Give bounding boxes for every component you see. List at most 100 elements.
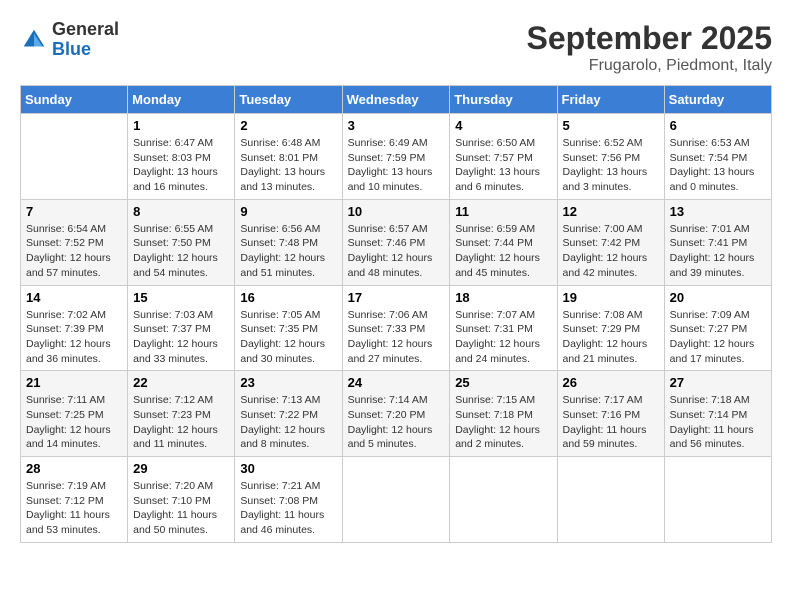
calendar-cell: 13 Sunrise: 7:01 AMSunset: 7:41 PMDayligh… (664, 199, 771, 285)
calendar-cell: 18Sunrise: 7:07 AMSunset: 7:31 PMDayligh… (450, 285, 557, 371)
weekday-header-thursday: Thursday (450, 86, 557, 114)
day-info: Sunrise: 7:21 AMSunset: 7:08 PMDaylight:… (240, 479, 336, 538)
weekday-header-sunday: Sunday (21, 86, 128, 114)
day-number: 10 (348, 204, 445, 219)
weekday-header-monday: Monday (128, 86, 235, 114)
logo-blue-text: Blue (52, 39, 91, 59)
calendar-week-4: 21 Sunrise: 7:11 AMSunset: 7:25 PMDayligh… (21, 371, 772, 457)
title-block: September 2025 Frugarolo, Piedmont, Ital… (527, 20, 772, 75)
day-number: 17 (348, 290, 445, 305)
day-info: Sunrise: 7:19 AMSunset: 7:12 PMDaylight:… (26, 479, 122, 538)
day-info: Sunrise: 7:01 AMSunset: 7:41 PMDaylight:… (670, 222, 766, 281)
calendar-cell (557, 457, 664, 543)
day-info: Sunrise: 6:53 AMSunset: 7:54 PMDaylight:… (670, 136, 766, 195)
day-number: 28 (26, 461, 122, 476)
day-info: Sunrise: 7:18 AMSunset: 7:14 PMDaylight:… (670, 393, 766, 452)
day-number: 11 (455, 204, 551, 219)
day-number: 29 (133, 461, 229, 476)
day-info: Sunrise: 7:03 AMSunset: 7:37 PMDaylight:… (133, 308, 229, 367)
logo-icon (20, 26, 48, 54)
day-info: Sunrise: 7:11 AMSunset: 7:25 PMDaylight:… (26, 393, 122, 452)
day-info: Sunrise: 7:02 AMSunset: 7:39 PMDaylight:… (26, 308, 122, 367)
day-info: Sunrise: 7:09 AMSunset: 7:27 PMDaylight:… (670, 308, 766, 367)
calendar-week-5: 28 Sunrise: 7:19 AMSunset: 7:12 PMDayligh… (21, 457, 772, 543)
calendar-cell: 25 Sunrise: 7:15 AMSunset: 7:18 PMDayligh… (450, 371, 557, 457)
day-number: 30 (240, 461, 336, 476)
day-info: Sunrise: 7:06 AMSunset: 7:33 PMDaylight:… (348, 308, 445, 367)
calendar-cell: 11Sunrise: 6:59 AMSunset: 7:44 PMDayligh… (450, 199, 557, 285)
day-number: 3 (348, 118, 445, 133)
day-number: 25 (455, 375, 551, 390)
day-info: Sunrise: 6:57 AMSunset: 7:46 PMDaylight:… (348, 222, 445, 281)
calendar-cell: 10 Sunrise: 6:57 AMSunset: 7:46 PMDayligh… (342, 199, 450, 285)
calendar-cell: 12Sunrise: 7:00 AMSunset: 7:42 PMDayligh… (557, 199, 664, 285)
day-number: 24 (348, 375, 445, 390)
calendar-cell: 6Sunrise: 6:53 AMSunset: 7:54 PMDaylight… (664, 114, 771, 200)
calendar-cell (342, 457, 450, 543)
day-info: Sunrise: 7:00 AMSunset: 7:42 PMDaylight:… (563, 222, 659, 281)
calendar-cell: 22 Sunrise: 7:12 AMSunset: 7:23 PMDayligh… (128, 371, 235, 457)
calendar-cell (664, 457, 771, 543)
page-header: General Blue September 2025 Frugarolo, P… (20, 20, 772, 75)
day-info: Sunrise: 6:48 AMSunset: 8:01 PMDaylight:… (240, 136, 336, 195)
calendar-cell: 5Sunrise: 6:52 AMSunset: 7:56 PMDaylight… (557, 114, 664, 200)
day-number: 22 (133, 375, 229, 390)
calendar-cell: 28 Sunrise: 7:19 AMSunset: 7:12 PMDayligh… (21, 457, 128, 543)
calendar-cell (21, 114, 128, 200)
day-number: 23 (240, 375, 336, 390)
day-number: 2 (240, 118, 336, 133)
calendar-cell: 8 Sunrise: 6:55 AMSunset: 7:50 PMDaylight… (128, 199, 235, 285)
calendar-cell: 29Sunrise: 7:20 AMSunset: 7:10 PMDayligh… (128, 457, 235, 543)
calendar-cell: 14Sunrise: 7:02 AMSunset: 7:39 PMDayligh… (21, 285, 128, 371)
calendar-cell: 30 Sunrise: 7:21 AMSunset: 7:08 PMDayligh… (235, 457, 342, 543)
day-info: Sunrise: 7:15 AMSunset: 7:18 PMDaylight:… (455, 393, 551, 452)
calendar-cell: 1Sunrise: 6:47 AMSunset: 8:03 PMDaylight… (128, 114, 235, 200)
day-info: Sunrise: 7:12 AMSunset: 7:23 PMDaylight:… (133, 393, 229, 452)
day-info: Sunrise: 6:47 AMSunset: 8:03 PMDaylight:… (133, 136, 229, 195)
day-info: Sunrise: 7:14 AMSunset: 7:20 PMDaylight:… (348, 393, 445, 452)
day-info: Sunrise: 6:54 AMSunset: 7:52 PMDaylight:… (26, 222, 122, 281)
day-number: 7 (26, 204, 122, 219)
calendar-cell: 24 Sunrise: 7:14 AMSunset: 7:20 PMDayligh… (342, 371, 450, 457)
day-info: Sunrise: 7:08 AMSunset: 7:29 PMDaylight:… (563, 308, 659, 367)
weekday-header-friday: Friday (557, 86, 664, 114)
calendar-cell: 23 Sunrise: 7:13 AMSunset: 7:22 PMDayligh… (235, 371, 342, 457)
day-info: Sunrise: 7:05 AMSunset: 7:35 PMDaylight:… (240, 308, 336, 367)
day-number: 21 (26, 375, 122, 390)
calendar-cell: 21 Sunrise: 7:11 AMSunset: 7:25 PMDayligh… (21, 371, 128, 457)
calendar-cell: 2 Sunrise: 6:48 AMSunset: 8:01 PMDaylight… (235, 114, 342, 200)
calendar-cell: 7 Sunrise: 6:54 AMSunset: 7:52 PMDaylight… (21, 199, 128, 285)
calendar-table: SundayMondayTuesdayWednesdayThursdayFrid… (20, 85, 772, 543)
calendar-cell: 17 Sunrise: 7:06 AMSunset: 7:33 PMDayligh… (342, 285, 450, 371)
calendar-cell: 4 Sunrise: 6:50 AMSunset: 7:57 PMDaylight… (450, 114, 557, 200)
weekday-header-row: SundayMondayTuesdayWednesdayThursdayFrid… (21, 86, 772, 114)
calendar-cell: 27Sunrise: 7:18 AMSunset: 7:14 PMDayligh… (664, 371, 771, 457)
calendar-cell: 19 Sunrise: 7:08 AMSunset: 7:29 PMDayligh… (557, 285, 664, 371)
day-number: 15 (133, 290, 229, 305)
day-number: 9 (240, 204, 336, 219)
day-number: 16 (240, 290, 336, 305)
day-info: Sunrise: 6:50 AMSunset: 7:57 PMDaylight:… (455, 136, 551, 195)
calendar-cell: 26Sunrise: 7:17 AMSunset: 7:16 PMDayligh… (557, 371, 664, 457)
location-subtitle: Frugarolo, Piedmont, Italy (527, 57, 772, 75)
day-number: 5 (563, 118, 659, 133)
calendar-week-2: 7 Sunrise: 6:54 AMSunset: 7:52 PMDaylight… (21, 199, 772, 285)
calendar-cell (450, 457, 557, 543)
day-number: 4 (455, 118, 551, 133)
logo-general-text: General (52, 19, 119, 39)
calendar-week-3: 14Sunrise: 7:02 AMSunset: 7:39 PMDayligh… (21, 285, 772, 371)
day-info: Sunrise: 6:55 AMSunset: 7:50 PMDaylight:… (133, 222, 229, 281)
weekday-header-wednesday: Wednesday (342, 86, 450, 114)
day-info: Sunrise: 7:17 AMSunset: 7:16 PMDaylight:… (563, 393, 659, 452)
day-number: 13 (670, 204, 766, 219)
day-number: 8 (133, 204, 229, 219)
weekday-header-saturday: Saturday (664, 86, 771, 114)
weekday-header-tuesday: Tuesday (235, 86, 342, 114)
day-info: Sunrise: 7:13 AMSunset: 7:22 PMDaylight:… (240, 393, 336, 452)
calendar-cell: 9 Sunrise: 6:56 AMSunset: 7:48 PMDaylight… (235, 199, 342, 285)
day-number: 20 (670, 290, 766, 305)
calendar-week-1: 1Sunrise: 6:47 AMSunset: 8:03 PMDaylight… (21, 114, 772, 200)
day-info: Sunrise: 6:56 AMSunset: 7:48 PMDaylight:… (240, 222, 336, 281)
day-number: 19 (563, 290, 659, 305)
calendar-cell: 20 Sunrise: 7:09 AMSunset: 7:27 PMDayligh… (664, 285, 771, 371)
